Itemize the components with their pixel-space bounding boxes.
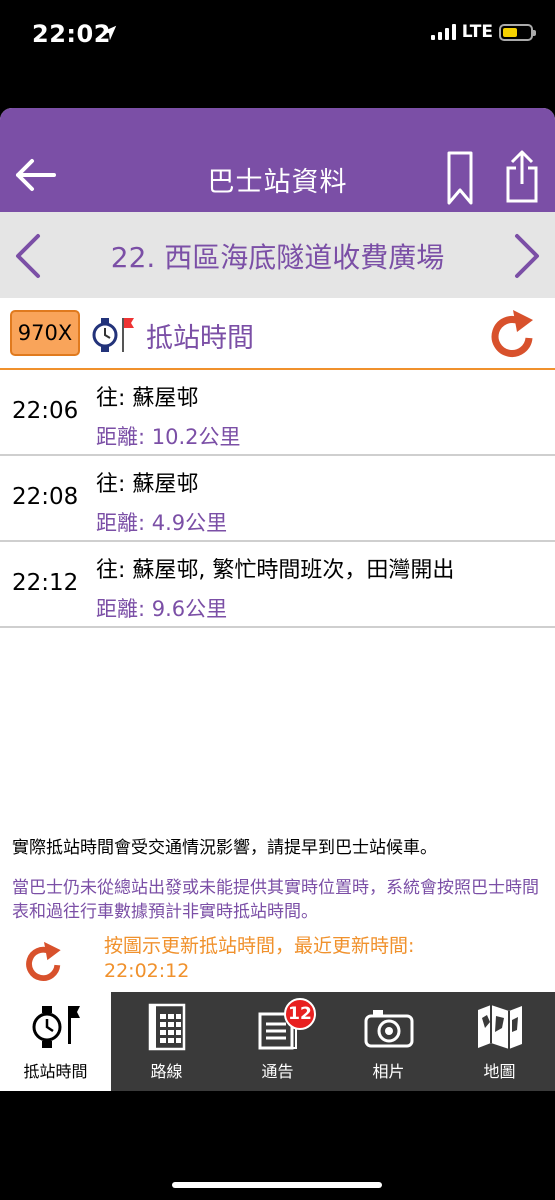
update-row: 按圖示更新抵站時間，最近更新時間: 22:02:12 — [0, 930, 555, 984]
eta-time: 22:12 — [12, 570, 79, 596]
route-number-badge[interactable]: 970X — [10, 310, 80, 356]
bookmark-icon[interactable] — [446, 150, 474, 206]
tab-label: 路線 — [150, 1062, 183, 1081]
eta-row: 22:12 往: 蘇屋邨, 繁忙時間班次，田灣開出 距離: 9.6公里 — [0, 542, 555, 628]
station-selector: 22. 西區海底隧道收費廣場 — [0, 212, 555, 298]
eta-distance: 距離: 9.6公里 — [96, 597, 228, 621]
tab-eta[interactable]: 抵站時間 — [0, 992, 111, 1091]
eta-destination: 往: 蘇屋邨, 繁忙時間班次，田灣開出 — [96, 558, 455, 583]
eta-distance: 距離: 10.2公里 — [96, 425, 241, 449]
nav-bar: 巴士站資料 — [0, 108, 555, 212]
camera-icon — [364, 1010, 413, 1048]
tab-notices[interactable]: 12 通告 — [222, 992, 333, 1091]
signal-icon — [430, 24, 456, 40]
station-name: 22. 西區海底隧道收費廣場 — [110, 241, 445, 274]
share-icon[interactable] — [504, 148, 540, 204]
eta-time: 22:08 — [12, 484, 79, 510]
traffic-warning: 實際抵站時間會受交通情況影響，請提早到巴士站候車。 — [12, 838, 437, 858]
update-status: 按圖示更新抵站時間，最近更新時間: 22:02:12 — [104, 934, 414, 984]
network-type: LTE — [461, 22, 493, 42]
refresh-icon[interactable] — [24, 940, 64, 982]
tab-label: 通告 — [261, 1062, 294, 1081]
update-hint: 按圖示更新抵站時間，最近更新時間: — [104, 935, 415, 957]
eta-row: 22:06 往: 蘇屋邨 距離: 10.2公里 — [0, 370, 555, 456]
eta-destination: 往: 蘇屋邨 — [96, 472, 199, 497]
eta-time: 22:06 — [12, 398, 79, 424]
next-station-icon[interactable] — [511, 232, 543, 280]
home-indicator[interactable] — [172, 1182, 382, 1188]
notice-count-badge: 12 — [284, 998, 316, 1030]
notes: 實際抵站時間會受交通情況影響，請提早到巴士站候車。 當巴士仍未從總站出發或未能提… — [12, 836, 547, 924]
tab-photos[interactable]: 相片 — [333, 992, 444, 1091]
schedule-note: 當巴士仍未從總站出發或未能提供其實時位置時，系統會按照巴士時間表和過往行車數據預… — [12, 878, 539, 922]
tab-label: 地圖 — [483, 1062, 516, 1081]
refresh-icon[interactable] — [489, 308, 537, 358]
eta-row: 22:08 往: 蘇屋邨 距離: 4.9公里 — [0, 456, 555, 542]
status-indicators: LTE — [430, 22, 536, 42]
watch-flag-icon — [32, 1006, 80, 1048]
tab-bar: 抵站時間 路線 12 通告 相片 地圖 — [0, 992, 555, 1091]
tab-routes[interactable]: 路線 — [111, 992, 222, 1091]
eta-section-title: 抵站時間 — [146, 323, 254, 354]
tab-label: 抵站時間 — [23, 1062, 88, 1081]
route-header: 970X 抵站時間 — [0, 298, 555, 370]
app-window: 巴士站資料 22. 西區海底隧道收費廣場 970X 抵站時間 22:06 往: … — [0, 108, 555, 1091]
eta-distance: 距離: 4.9公里 — [96, 511, 228, 535]
status-bar: 22:02 LTE — [0, 0, 555, 70]
battery-icon — [499, 23, 536, 41]
battery-fill — [503, 27, 518, 37]
tab-map[interactable]: 地圖 — [444, 992, 555, 1091]
last-update-time: 22:02:12 — [104, 960, 190, 982]
eta-list: 22:06 往: 蘇屋邨 距離: 10.2公里 22:08 往: 蘇屋邨 距離:… — [0, 370, 555, 628]
location-arrow-icon — [101, 25, 117, 41]
eta-destination: 往: 蘇屋邨 — [96, 386, 199, 411]
tab-label: 相片 — [372, 1062, 405, 1081]
watch-flag-icon — [92, 318, 134, 352]
map-icon — [477, 1005, 522, 1049]
timetable-icon — [148, 1003, 185, 1051]
